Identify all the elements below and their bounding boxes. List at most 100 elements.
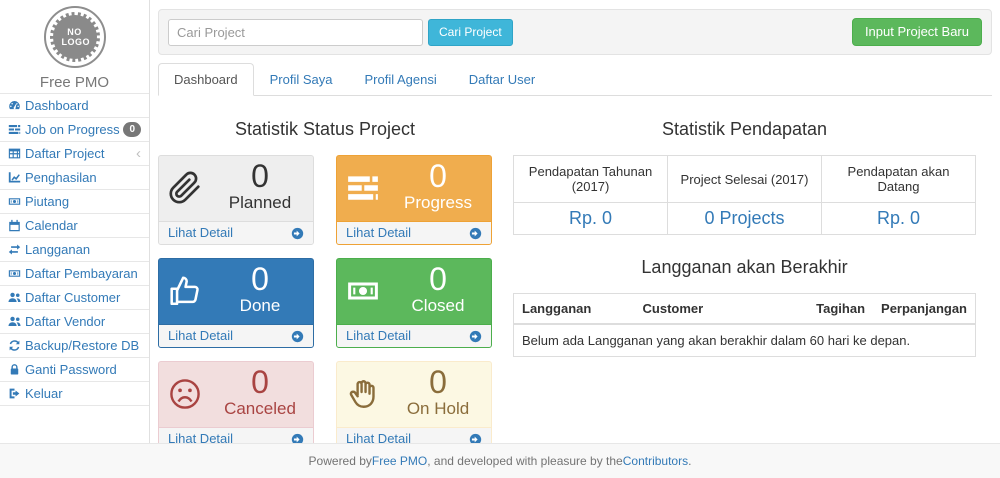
logo-circle: NO LOGO <box>44 6 106 68</box>
chevron-left-icon: ‹ <box>136 147 141 160</box>
footer-text: Powered by <box>309 454 372 468</box>
tab-dashboard[interactable]: Dashboard <box>158 63 254 96</box>
calendar-icon <box>8 219 25 232</box>
app-logo: NO LOGO <box>0 6 149 68</box>
sidebar-item-dashboard[interactable]: Dashboard <box>0 93 149 117</box>
tab-profil-agensi[interactable]: Profil Agensi <box>348 63 452 96</box>
search-button[interactable]: Cari Project <box>428 19 513 46</box>
sidebar-item-label: Daftar Project <box>25 146 136 161</box>
sidebar-item-daftar-pembayaran[interactable]: Daftar Pembayaran <box>0 261 149 285</box>
subs-header-customer: Customer <box>635 294 809 324</box>
sidebar-item-label: Ganti Password <box>25 362 141 377</box>
sidebar-item-label: Langganan <box>25 242 141 257</box>
income-value-link[interactable]: 0 Projects <box>668 203 822 235</box>
status-card-body: 0On Hold <box>337 365 491 427</box>
subs-header-langganan: Langganan <box>514 294 635 324</box>
count-badge: 0 <box>123 122 141 137</box>
income-value-link[interactable]: Rp. 0 <box>514 203 668 235</box>
lihat-detail-link[interactable]: Lihat Detail <box>337 221 491 244</box>
sidebar-item-piutang[interactable]: Piutang <box>0 189 149 213</box>
free-pmo-dashboard: NO LOGO Free PMO DashboardJob on Progres… <box>0 0 1000 478</box>
main-content: Cari Project Input Project Baru Dashboar… <box>150 0 1000 444</box>
thumbs-up-icon <box>168 274 202 308</box>
status-label: On Hold <box>385 399 491 419</box>
status-label: Done <box>207 296 313 316</box>
status-card-planned: 0Planned Lihat Detail <box>158 155 314 245</box>
status-label: Canceled <box>207 399 313 419</box>
sidebar-item-calendar[interactable]: Calendar <box>0 213 149 237</box>
lihat-detail-label: Lihat Detail <box>346 329 411 343</box>
arrow-circle-right-icon <box>469 227 482 240</box>
subscription-table-wrap: LanggananCustomerTagihanPerpanjangan Bel… <box>513 293 976 357</box>
status-count: 0 <box>207 159 313 193</box>
retweet-icon <box>8 243 25 256</box>
sidebar-item-daftar-project[interactable]: Daftar Project‹ <box>0 141 149 165</box>
status-label: Planned <box>207 193 313 213</box>
income-section-title: Statistik Pendapatan <box>513 119 976 140</box>
new-project-button[interactable]: Input Project Baru <box>852 18 982 46</box>
subs-header-tagihan: Tagihan <box>808 294 873 324</box>
no-logo-badge: NO LOGO <box>50 12 100 62</box>
logo-text: NO LOGO <box>62 27 88 47</box>
users-icon <box>8 291 25 304</box>
free-pmo-link[interactable]: Free PMO <box>372 454 427 468</box>
status-card-body: 0Progress <box>337 159 491 221</box>
search-panel: Cari Project Input Project Baru <box>158 9 992 55</box>
income-value-link[interactable]: Rp. 0 <box>822 203 976 235</box>
brand-name: Free PMO <box>0 74 149 92</box>
money-icon <box>8 195 25 208</box>
status-section: Statistik Status Project 0PlannedLihat D… <box>158 110 492 451</box>
sidebar-item-langganan[interactable]: Langganan <box>0 237 149 261</box>
arrow-circle-right-icon <box>291 330 304 343</box>
lihat-detail-link[interactable]: Lihat Detail <box>337 324 491 347</box>
sidebar-item-label: Job on Progress <box>25 122 123 137</box>
tab-bar: DashboardProfil SayaProfil AgensiDaftar … <box>158 63 992 96</box>
subs-header-perpanjangan: Perpanjangan <box>873 294 975 324</box>
sign-out-icon <box>8 387 25 400</box>
sidebar-item-daftar-customer[interactable]: Daftar Customer <box>0 285 149 309</box>
income-header: Pendapatan Tahunan (2017) <box>514 156 668 203</box>
sidebar-item-penghasilan[interactable]: Penghasilan <box>0 165 149 189</box>
status-count: 0 <box>207 262 313 296</box>
subscription-section-title: Langganan akan Berakhir <box>513 257 976 278</box>
lihat-detail-link[interactable]: Lihat Detail <box>159 221 313 244</box>
sidebar-item-keluar[interactable]: Keluar <box>0 381 149 406</box>
status-card-body: 0Planned <box>159 159 313 221</box>
status-card-canceled: 0CanceledLihat Detail <box>158 361 314 451</box>
sidebar-item-label: Keluar <box>25 386 141 401</box>
search-input[interactable] <box>168 19 423 46</box>
tab-profil-saya[interactable]: Profil Saya <box>254 63 349 96</box>
status-card-on-hold: 0On HoldLihat Detail <box>336 361 492 451</box>
status-count: 0 <box>385 159 491 193</box>
tab-daftar-user[interactable]: Daftar User <box>453 63 551 96</box>
status-count: 0 <box>385 262 491 296</box>
lihat-detail-label: Lihat Detail <box>168 226 233 240</box>
sidebar-item-label: Calendar <box>25 218 141 233</box>
sidebar-item-ganti-password[interactable]: Ganti Password <box>0 357 149 381</box>
status-card-body: 0Canceled <box>159 365 313 427</box>
tachometer-icon <box>8 99 25 112</box>
tasks-icon <box>346 171 380 205</box>
lihat-detail-label: Lihat Detail <box>346 226 411 240</box>
income-table: Pendapatan Tahunan (2017)Project Selesai… <box>513 155 976 235</box>
sidebar-item-job-on-progress[interactable]: Job on Progress0 <box>0 117 149 141</box>
contributors-link[interactable]: Contributors <box>623 454 688 468</box>
income-value-row: Rp. 00 ProjectsRp. 0 <box>514 203 976 235</box>
footer-text: , and developed with pleasure by the <box>427 454 622 468</box>
status-card-done: 0Done Lihat Detail <box>158 258 314 348</box>
sidebar-item-label: Piutang <box>25 194 141 209</box>
income-header: Pendapatan akan Datang <box>822 156 976 203</box>
status-card-closed: 0ClosedLihat Detail <box>336 258 492 348</box>
users-icon <box>8 315 25 328</box>
line-chart-icon <box>8 171 25 184</box>
sidebar-item-daftar-vendor[interactable]: Daftar Vendor <box>0 309 149 333</box>
lihat-detail-link[interactable]: Lihat Detail <box>159 324 313 347</box>
refresh-icon <box>8 339 25 352</box>
status-label: Progress <box>385 193 491 213</box>
income-section: Statistik Pendapatan Pendapatan Tahunan … <box>513 110 976 451</box>
page-footer: Powered by Free PMO , and developed with… <box>0 443 1000 478</box>
sidebar-item-backup-restore-db[interactable]: Backup/Restore DB <box>0 333 149 357</box>
money-icon <box>8 267 25 280</box>
arrow-circle-right-icon <box>291 227 304 240</box>
subscription-empty-row: Belum ada Langganan yang akan berakhir d… <box>514 324 975 356</box>
